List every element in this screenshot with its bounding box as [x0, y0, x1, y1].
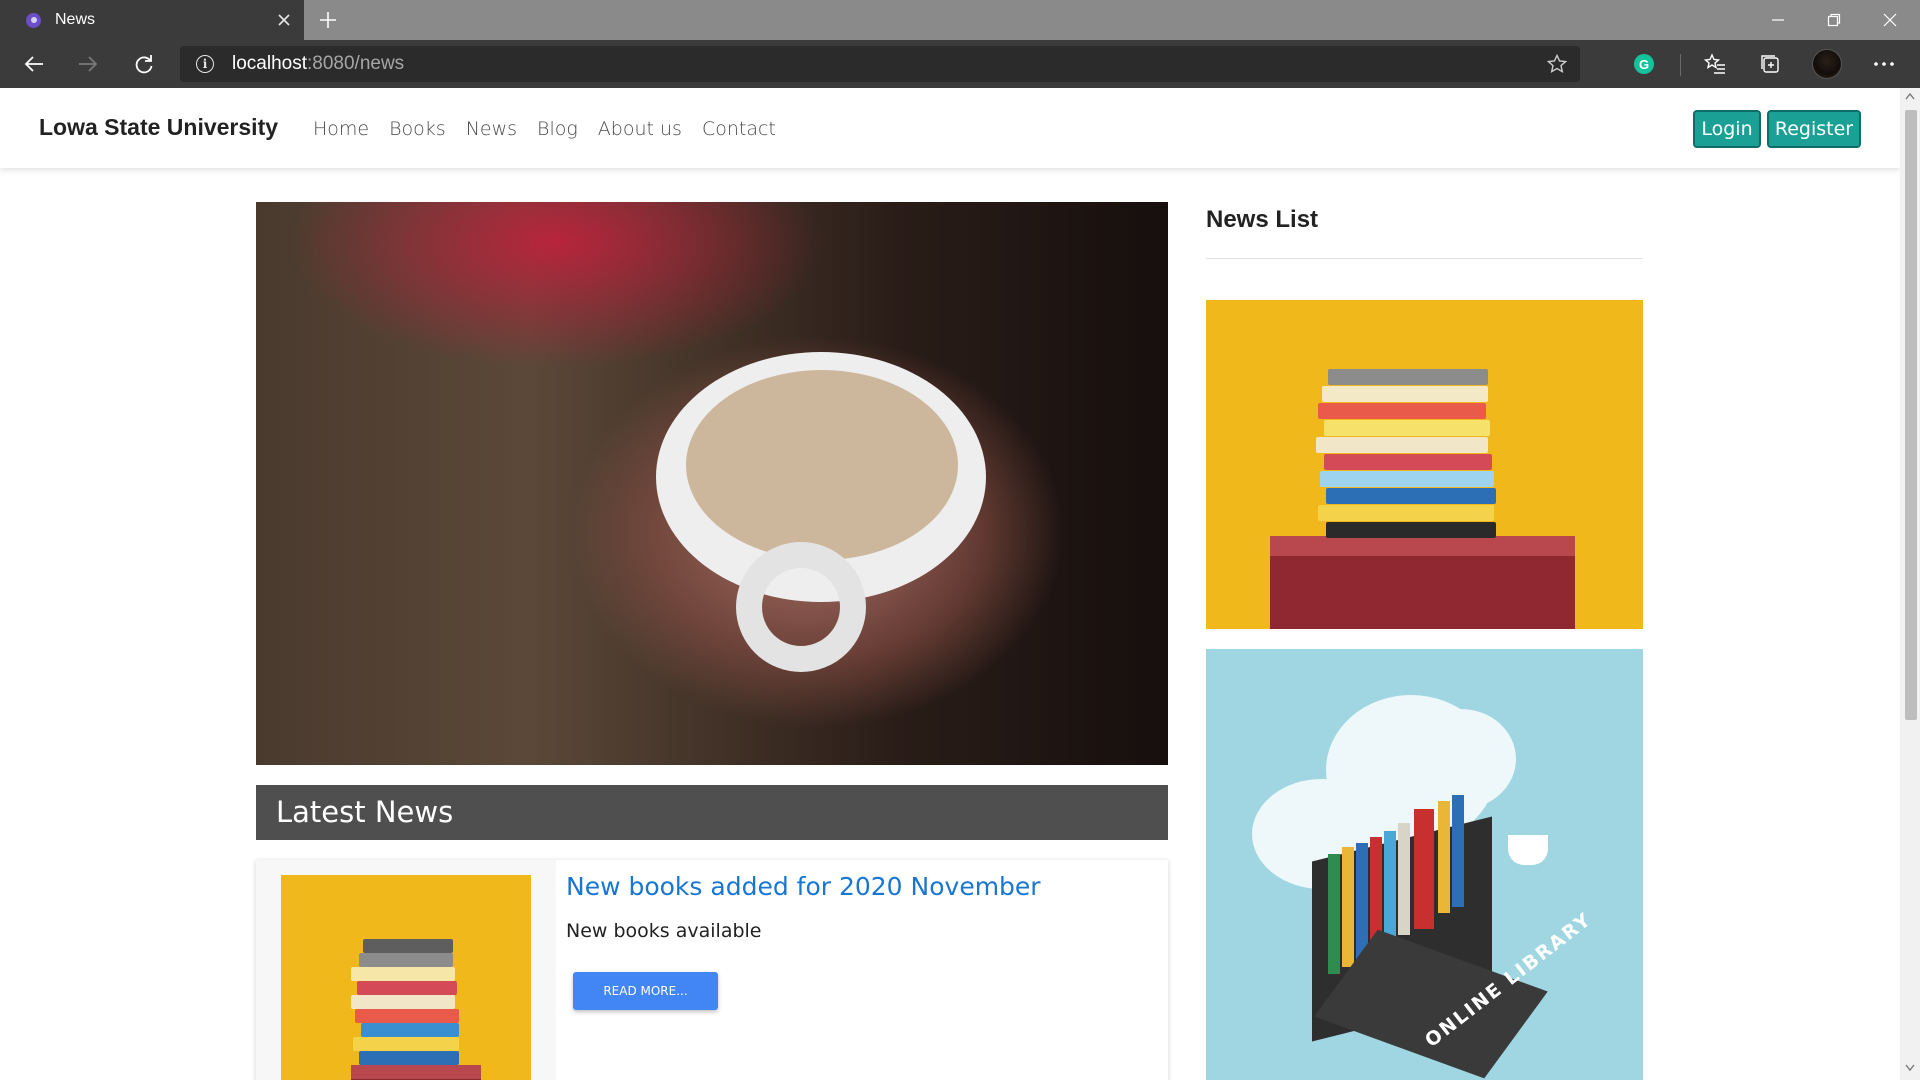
read-more-button[interactable]: READ MORE...: [573, 972, 718, 1010]
news-list-divider: [1206, 258, 1643, 259]
pedestal-shape: [1270, 550, 1575, 629]
book-shape: [1414, 809, 1434, 929]
browser-tab-strip: News: [0, 0, 1920, 40]
site-favicon-icon: [26, 12, 41, 28]
book-shape: [1326, 488, 1496, 504]
news-card-thumbnail[interactable]: [281, 875, 531, 1080]
register-button[interactable]: Register: [1767, 110, 1861, 148]
book-shape: [1322, 386, 1488, 402]
back-arrow-icon[interactable]: [14, 44, 54, 84]
book-shape: [1316, 437, 1488, 453]
nav-link-about[interactable]: About us: [598, 118, 682, 140]
book-shape: [351, 995, 455, 1009]
profile-avatar[interactable]: [1809, 46, 1845, 82]
more-options-icon[interactable]: [1866, 46, 1902, 82]
main-menu: Home Books News Blog About us Contact: [313, 118, 796, 140]
avatar: [1812, 49, 1842, 79]
site-navbar: Lowa State University Home Books News Bl…: [0, 88, 1900, 168]
book-shape: [355, 1009, 459, 1023]
browser-toolbar: i localhost:8080/news G: [0, 40, 1920, 88]
pedestal-top-shape: [1270, 536, 1575, 556]
url-host: localhost: [232, 53, 307, 74]
book-shape: [1324, 454, 1492, 470]
book-shape: [363, 939, 453, 953]
close-window-icon[interactable]: [1862, 0, 1918, 40]
news-card: New books added for 2020 November New bo…: [256, 860, 1168, 1080]
book-shape: [1328, 369, 1488, 385]
url-path: :8080/news: [307, 53, 405, 74]
hero-image-coffee-cup: [256, 202, 1168, 765]
nav-link-contact[interactable]: Contact: [702, 118, 776, 140]
book-shape: [1318, 403, 1486, 419]
book-shape: [1384, 831, 1396, 943]
favorite-star-icon[interactable]: [1544, 51, 1570, 77]
close-tab-icon[interactable]: [264, 0, 304, 40]
page-viewport: Lowa State University Home Books News Bl…: [0, 88, 1900, 1080]
address-bar[interactable]: i localhost:8080/news: [180, 46, 1580, 82]
book-shape: [1438, 801, 1450, 913]
book-shape: [1356, 843, 1368, 959]
tab-title: News: [55, 11, 96, 28]
book-shape: [1326, 522, 1496, 538]
new-tab-icon[interactable]: [312, 2, 344, 38]
page-scrollbar[interactable]: [1900, 88, 1920, 1080]
book-shape: [1452, 795, 1464, 907]
book-shape: [351, 967, 455, 981]
nav-link-news[interactable]: News: [466, 118, 517, 140]
news-summary: New books available: [566, 920, 762, 942]
login-button[interactable]: Login: [1693, 110, 1761, 148]
scroll-down-arrow-icon[interactable]: [1900, 1064, 1920, 1076]
site-brand[interactable]: Lowa State University: [39, 114, 278, 141]
address-url: localhost:8080/news: [232, 53, 404, 75]
book-shape: [359, 1051, 459, 1065]
coffee-mug-shape: [1508, 835, 1548, 865]
browser-tab-news[interactable]: News: [0, 0, 304, 40]
toolbar-divider: [1680, 54, 1681, 76]
book-shape: [361, 1023, 459, 1037]
favorites-icon[interactable]: [1697, 46, 1733, 82]
collections-icon[interactable]: [1752, 46, 1788, 82]
cloud-shape: [1406, 709, 1516, 809]
news-list-title: News List: [1206, 206, 1319, 233]
book-shape: [359, 953, 453, 967]
latest-news-header: Latest News: [256, 785, 1168, 840]
cup-handle-shape: [736, 542, 866, 672]
book-shape: [1328, 854, 1340, 974]
news-list-image-books[interactable]: [1206, 300, 1643, 629]
pedestal-top-shape: [351, 1065, 481, 1079]
refresh-icon[interactable]: [124, 44, 164, 84]
book-shape: [1342, 847, 1354, 967]
scrollbar-thumb[interactable]: [1905, 110, 1917, 720]
minimize-window-icon[interactable]: [1750, 0, 1806, 40]
forward-arrow-icon[interactable]: [68, 44, 108, 84]
coffee-shape: [686, 370, 958, 560]
nav-link-home[interactable]: Home: [313, 118, 369, 140]
book-shape: [1318, 505, 1494, 521]
nav-link-blog[interactable]: Blog: [537, 118, 578, 140]
news-headline-link[interactable]: New books added for 2020 November: [566, 872, 1041, 901]
book-shape: [1324, 420, 1490, 436]
book-shape: [353, 1037, 459, 1051]
site-info-icon[interactable]: i: [196, 55, 214, 73]
news-list-image-online-library[interactable]: ONLINE LIBRARY: [1206, 649, 1643, 1080]
restore-window-icon[interactable]: [1806, 0, 1862, 40]
grammarly-extension-icon[interactable]: G: [1626, 46, 1662, 82]
book-shape: [1398, 823, 1410, 935]
book-shape: [1320, 471, 1494, 487]
latest-news-title: Latest News: [276, 795, 454, 829]
scroll-up-arrow-icon[interactable]: [1900, 92, 1920, 104]
book-shape: [357, 981, 457, 995]
nav-link-books[interactable]: Books: [389, 118, 446, 140]
